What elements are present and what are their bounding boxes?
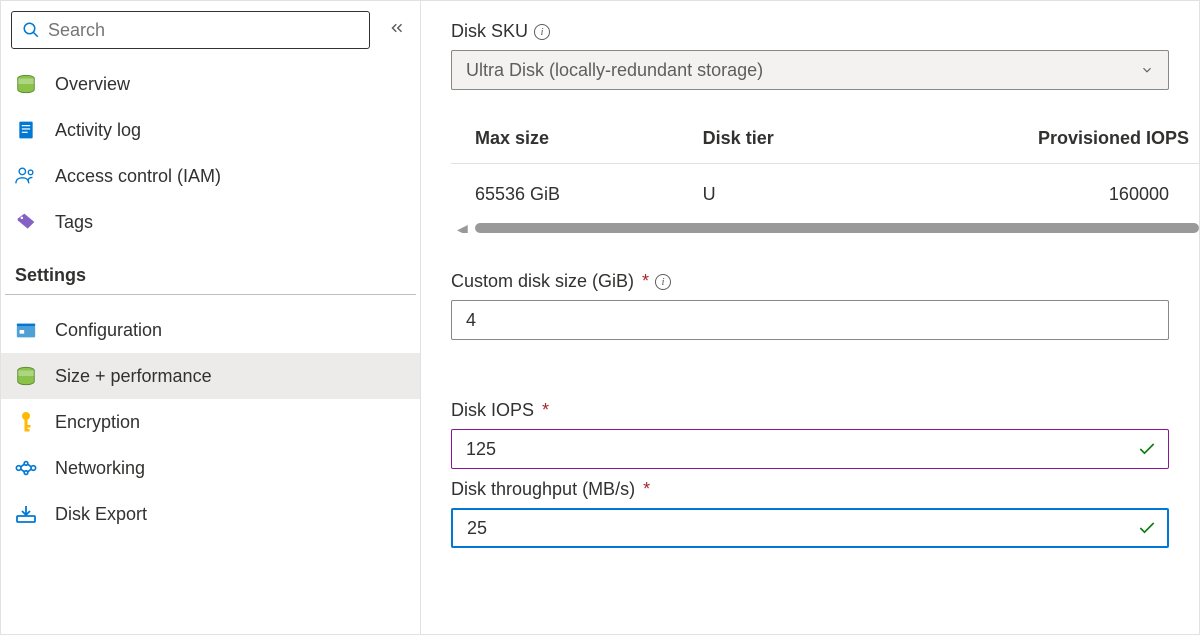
sidebar-item-activity-log[interactable]: Activity log	[1, 107, 420, 153]
custom-size-input[interactable]	[451, 300, 1169, 340]
networking-icon	[15, 457, 37, 479]
iops-label: Disk IOPS	[451, 400, 534, 421]
access-icon	[15, 165, 37, 187]
search-icon	[22, 21, 40, 39]
search-box[interactable]	[11, 11, 370, 49]
sidebar-item-networking[interactable]: Networking	[1, 445, 420, 491]
size-icon	[15, 365, 37, 387]
disk-table: Max size Disk tier Provisioned IOPS 6553…	[451, 112, 1199, 233]
throughput-input[interactable]	[451, 508, 1169, 548]
activity-icon	[15, 119, 37, 141]
check-icon	[1137, 439, 1157, 459]
cell-max-size: 65536 GiB	[451, 164, 679, 224]
chevron-down-icon	[1140, 63, 1154, 77]
iops-input[interactable]	[451, 429, 1169, 469]
col-provisioned-iops[interactable]: Provisioned IOPS	[882, 112, 1199, 164]
required-marker: *	[542, 400, 549, 421]
sidebar-item-label: Access control (IAM)	[55, 166, 221, 187]
sidebar-item-label: Configuration	[55, 320, 162, 341]
throughput-label: Disk throughput (MB/s)	[451, 479, 635, 500]
required-marker: *	[643, 479, 650, 500]
search-input[interactable]	[48, 20, 359, 41]
disk-sku-label: Disk SKU	[451, 21, 528, 42]
custom-size-label: Custom disk size (GiB)	[451, 271, 634, 292]
sidebar: Overview Activity log Access control (IA…	[1, 1, 421, 634]
required-marker: *	[642, 271, 649, 292]
horizontal-scrollbar[interactable]: ◀	[475, 223, 1199, 233]
sidebar-item-overview[interactable]: Overview	[1, 61, 420, 107]
config-icon	[15, 319, 37, 341]
info-icon[interactable]: i	[534, 24, 550, 40]
nav-top: Overview Activity log Access control (IA…	[1, 55, 420, 245]
disk-sku-dropdown[interactable]: Ultra Disk (locally-redundant storage)	[451, 50, 1169, 90]
sidebar-item-label: Disk Export	[55, 504, 147, 525]
check-icon	[1137, 518, 1157, 538]
collapse-sidebar-button[interactable]	[384, 15, 410, 46]
disk-sku-value: Ultra Disk (locally-redundant storage)	[466, 60, 763, 81]
cell-iops: 160000	[882, 164, 1199, 224]
sidebar-item-label: Size + performance	[55, 366, 212, 387]
sidebar-item-configuration[interactable]: Configuration	[1, 307, 420, 353]
info-icon[interactable]: i	[655, 274, 671, 290]
cell-disk-tier: U	[679, 164, 883, 224]
sidebar-item-access-control[interactable]: Access control (IAM)	[1, 153, 420, 199]
sidebar-item-tags[interactable]: Tags	[1, 199, 420, 245]
sidebar-item-label: Networking	[55, 458, 145, 479]
nav-settings: Configuration Size + performance Encrypt…	[1, 301, 420, 537]
sidebar-item-encryption[interactable]: Encryption	[1, 399, 420, 445]
col-disk-tier[interactable]: Disk tier	[679, 112, 883, 164]
export-icon	[15, 503, 37, 525]
sidebar-item-label: Encryption	[55, 412, 140, 433]
chevron-double-left-icon	[388, 19, 406, 37]
sidebar-item-size-performance[interactable]: Size + performance	[1, 353, 420, 399]
table-row[interactable]: 65536 GiB U 160000	[451, 164, 1199, 224]
main-content: Disk SKU i Ultra Disk (locally-redundant…	[421, 1, 1199, 634]
col-max-size[interactable]: Max size	[451, 112, 679, 164]
settings-header: Settings	[5, 245, 416, 295]
sidebar-item-label: Overview	[55, 74, 130, 95]
encryption-icon	[15, 411, 37, 433]
tags-icon	[15, 211, 37, 233]
sidebar-item-disk-export[interactable]: Disk Export	[1, 491, 420, 537]
sidebar-item-label: Tags	[55, 212, 93, 233]
scroll-left-icon[interactable]: ◀	[457, 221, 468, 233]
sidebar-item-label: Activity log	[55, 120, 141, 141]
overview-icon	[15, 73, 37, 95]
